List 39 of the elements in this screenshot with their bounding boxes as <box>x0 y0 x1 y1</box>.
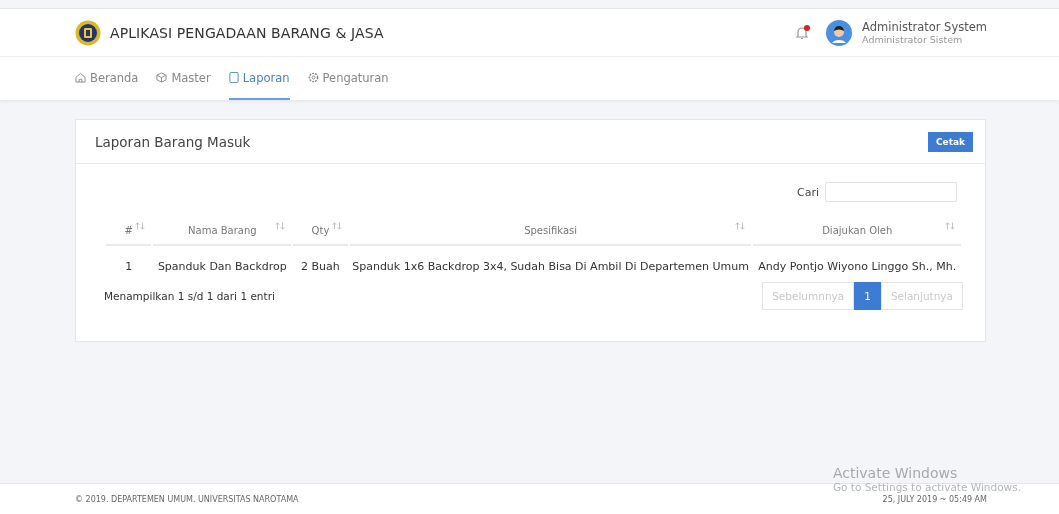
gear-icon <box>307 72 319 83</box>
university-logo-icon <box>75 19 101 46</box>
activation-title: Activate Windows <box>832 465 959 481</box>
cube-icon <box>156 72 168 83</box>
sort-icon[interactable] <box>735 222 746 230</box>
column-header[interactable]: Spesifikasi <box>524 224 577 236</box>
bell-icon[interactable] <box>794 24 811 41</box>
column-header[interactable]: # <box>124 224 133 236</box>
nav-tab[interactable]: Laporan <box>228 57 290 100</box>
column-header[interactable]: Qty <box>311 224 330 236</box>
search-field[interactable] <box>825 182 957 202</box>
table-cell: 1 <box>125 259 133 273</box>
home-icon <box>75 72 86 83</box>
card-title: Laporan Barang Masuk <box>95 133 251 150</box>
nav-tab[interactable]: Beranda <box>75 57 139 100</box>
nav-tab[interactable]: Master <box>156 57 211 100</box>
footer-datetime: 25, JULY 2019 ~ 05:49 AM <box>882 494 987 504</box>
table-cell: Spanduk Dan Backdrop <box>157 259 287 273</box>
table-cell: Spanduk 1x6 Backdrop 3x4, Sudah Bisa Di Ambil Di Departemen Umum <box>352 259 749 273</box>
sort-icon[interactable] <box>945 222 955 230</box>
nav-tab[interactable]: Pengaturan <box>307 57 389 100</box>
activation-subtitle: Go to Settings to activate Windows. <box>832 481 1021 493</box>
pagination-button[interactable]: 1 <box>854 282 881 310</box>
search-label: Cari <box>797 185 819 199</box>
entries-info: Menampilkan 1 s/d 1 dari 1 entri <box>104 290 275 302</box>
column-header[interactable]: Diajukan Oleh <box>822 224 893 236</box>
tablet-icon <box>228 72 239 83</box>
copyright-text: © 2019. DEPARTEMEN UMUM. UNIVERSITAS NAROTAMA <box>75 494 299 504</box>
table-cell: 2 Buah <box>301 259 340 273</box>
column-header[interactable]: Nama Barang <box>188 224 257 236</box>
table-cell: Andy Pontjo Wiyono Linggo Sh., Mh. <box>758 259 957 273</box>
print-button[interactable]: Cetak <box>927 131 973 152</box>
user-role: Administrator Sistem <box>862 34 964 45</box>
avatar-icon <box>826 19 853 46</box>
sort-icon[interactable] <box>275 222 286 230</box>
sort-icon[interactable] <box>135 222 146 230</box>
sort-icon[interactable] <box>331 222 342 230</box>
app-title: APLIKASI PENGADAAN BARANG & JASA <box>110 24 384 41</box>
user-name: Administrator System <box>862 20 987 34</box>
